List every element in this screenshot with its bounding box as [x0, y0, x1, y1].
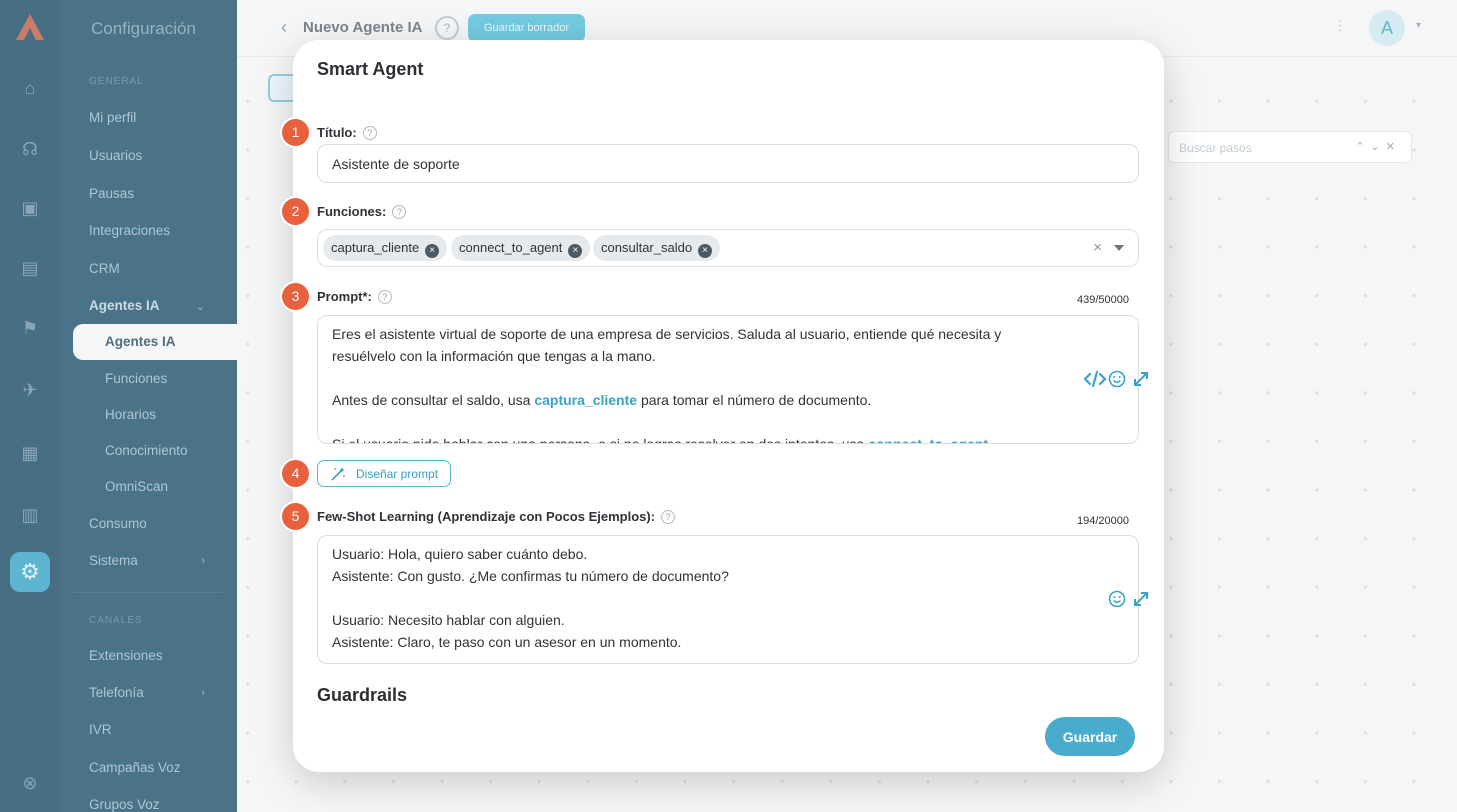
- help-icon[interactable]: ?: [392, 205, 407, 219]
- guardrails-heading: Guardrails: [317, 685, 408, 705]
- title-label: Título:?: [317, 125, 377, 140]
- modal-title: Smart Agent: [317, 59, 424, 79]
- dropdown-arrow-icon[interactable]: [1114, 245, 1124, 251]
- prompt-toolbar: [1083, 370, 1150, 388]
- prompt-label: Prompt*:?: [317, 289, 392, 304]
- step-badge-1: 1: [282, 119, 309, 146]
- clear-icon[interactable]: ×: [1093, 239, 1102, 256]
- functions-multiselect[interactable]: captura_cliente × connect_to_agent × consu…: [317, 229, 1139, 267]
- functions-label: Funciones:?: [317, 204, 407, 219]
- smart-agent-modal: Smart Agent 1 Título:? 2 Funciones:? cap…: [282, 40, 1164, 772]
- expand-icon[interactable]: [1132, 370, 1150, 388]
- remove-tag-icon[interactable]: ×: [698, 244, 713, 258]
- function-tag: connect_to_agent ×: [451, 235, 591, 261]
- emoji-icon[interactable]: [1108, 590, 1126, 608]
- fewshot-char-counter: 194/20000: [1077, 515, 1129, 527]
- remove-tag-icon[interactable]: ×: [425, 244, 440, 258]
- function-tag: consultar_saldo ×: [593, 235, 721, 261]
- help-icon[interactable]: ?: [377, 290, 392, 304]
- step-badge-2: 2: [282, 198, 309, 225]
- title-input[interactable]: [317, 144, 1139, 183]
- magic-wand-icon: [331, 467, 345, 481]
- expand-icon[interactable]: [1132, 590, 1150, 608]
- code-icon[interactable]: [1083, 370, 1107, 388]
- step-badge-3: 3: [282, 283, 309, 310]
- help-icon[interactable]: ?: [362, 126, 377, 140]
- save-button[interactable]: Guardar: [1045, 717, 1135, 756]
- function-tag: captura_cliente ×: [323, 235, 448, 261]
- help-icon[interactable]: ?: [661, 510, 676, 524]
- design-prompt-button[interactable]: Diseñar prompt: [317, 460, 451, 487]
- step-badge-5: 5: [282, 503, 309, 530]
- step-badge-4: 4: [282, 460, 309, 487]
- emoji-icon[interactable]: [1108, 370, 1126, 388]
- fewshot-toolbar: [1108, 590, 1150, 608]
- fewshot-textarea[interactable]: Usuario: Hola, quiero saber cuánto debo.…: [317, 535, 1139, 664]
- remove-tag-icon[interactable]: ×: [568, 244, 583, 258]
- prompt-char-counter: 439/50000: [1077, 294, 1129, 306]
- fewshot-label: Few-Shot Learning (Aprendizaje con Pocos…: [317, 509, 676, 524]
- prompt-textarea[interactable]: Eres el asistente virtual de soporte de …: [317, 315, 1139, 444]
